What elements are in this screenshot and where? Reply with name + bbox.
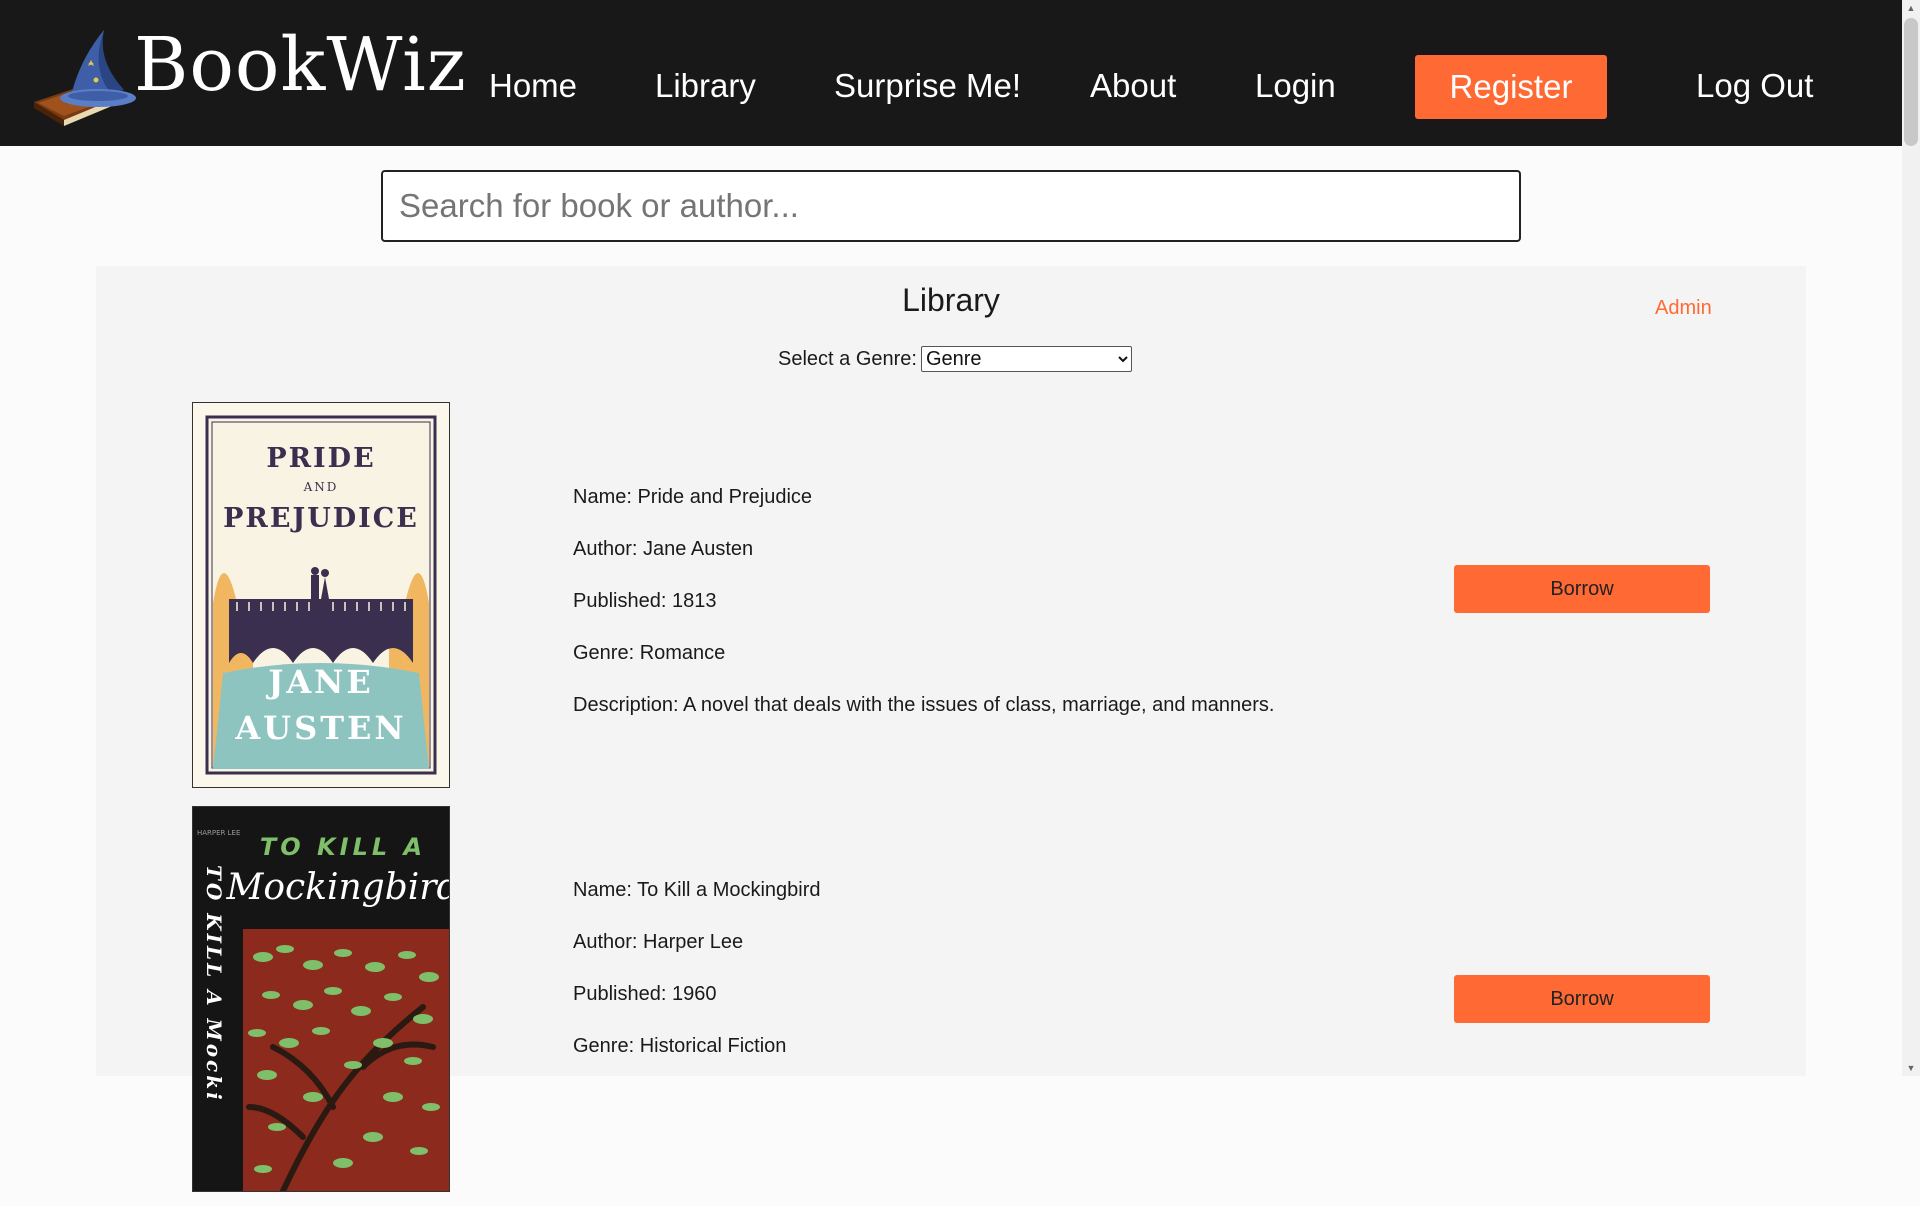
page-title: Library (902, 282, 1000, 318)
scroll-down-arrow-icon[interactable]: ▼ (1902, 1060, 1920, 1076)
pride-and-prejudice-cover: PRIDE AND PREJUDICE JANE AUSTEN (205, 415, 437, 775)
nav-login[interactable]: Login (1255, 0, 1336, 146)
book-published: Published: 1960 (573, 983, 717, 1005)
borrow-button[interactable]: Borrow (1454, 565, 1710, 613)
scroll-thumb[interactable] (1904, 18, 1918, 146)
book-genre: Genre: Historical Fiction (573, 1035, 787, 1057)
library-panel: Library Admin Select a Genre: Genre PRID… (96, 266, 1806, 1192)
book-item: PRIDE AND PREJUDICE JANE AUSTEN Name: Pr… (96, 396, 1806, 796)
genre-filter: Select a Genre: Genre (778, 346, 1132, 372)
top-navbar: BookWiz Home Library Surprise Me! About … (0, 0, 1902, 146)
nav-logout[interactable]: Log Out (1696, 0, 1813, 146)
book-published: Published: 1813 (573, 590, 717, 612)
cover-title-line1: PRIDE (266, 443, 375, 474)
brand-name: BookWiz (134, 22, 467, 108)
admin-link[interactable]: Admin (1655, 297, 1712, 320)
book-name: Name: Pride and Prejudice (573, 486, 813, 508)
book-author: Author: Jane Austen (573, 538, 754, 560)
nav-library[interactable]: Library (655, 0, 756, 146)
cover-author-line2: AUSTEN (234, 709, 406, 747)
cover-title-line1: TO KILL A (260, 833, 426, 861)
book-author: Author: Harper Lee (573, 931, 744, 953)
cover-title-line2: AND (303, 480, 339, 494)
nav-surprise-me[interactable]: Surprise Me! (834, 0, 1021, 146)
nav-home[interactable]: Home (489, 0, 577, 146)
genre-label: Select a Genre: (778, 347, 917, 370)
search-input[interactable] (381, 170, 1521, 242)
register-button[interactable]: Register (1415, 55, 1607, 119)
cover-author-line1: JANE (265, 663, 374, 701)
wizard-hat-book-icon (34, 30, 136, 126)
cover-title-line2: Mockingbird (225, 867, 449, 908)
brand-logo[interactable]: BookWiz (30, 18, 466, 128)
book-item: HARPER LEE TO KILL A Mocki TO KILL A Moc… (96, 806, 1806, 1206)
scroll-up-arrow-icon[interactable]: ▲ (1902, 0, 1920, 16)
cover-spine-text: TO KILL A Mocki (202, 865, 226, 1103)
book-genre: Genre: Romance (573, 642, 726, 664)
cover-title-line3: PREJUDICE (223, 503, 419, 534)
book-name: Name: To Kill a Mockingbird (573, 879, 821, 901)
page-scrollbar[interactable]: ▲ ▼ (1902, 0, 1920, 1076)
genre-select[interactable]: Genre (920, 346, 1132, 372)
book-description: Description: A novel that deals with the… (573, 694, 1275, 716)
borrow-button[interactable]: Borrow (1454, 975, 1710, 1023)
nav-about[interactable]: About (1090, 0, 1176, 146)
cover-publisher-text: HARPER LEE (197, 829, 240, 837)
book-cover-image: PRIDE AND PREJUDICE JANE AUSTEN (192, 402, 450, 788)
to-kill-a-mockingbird-cover: HARPER LEE TO KILL A Mocki TO KILL A Moc… (193, 807, 449, 1191)
book-cover-image: HARPER LEE TO KILL A Mocki TO KILL A Moc… (192, 806, 450, 1192)
